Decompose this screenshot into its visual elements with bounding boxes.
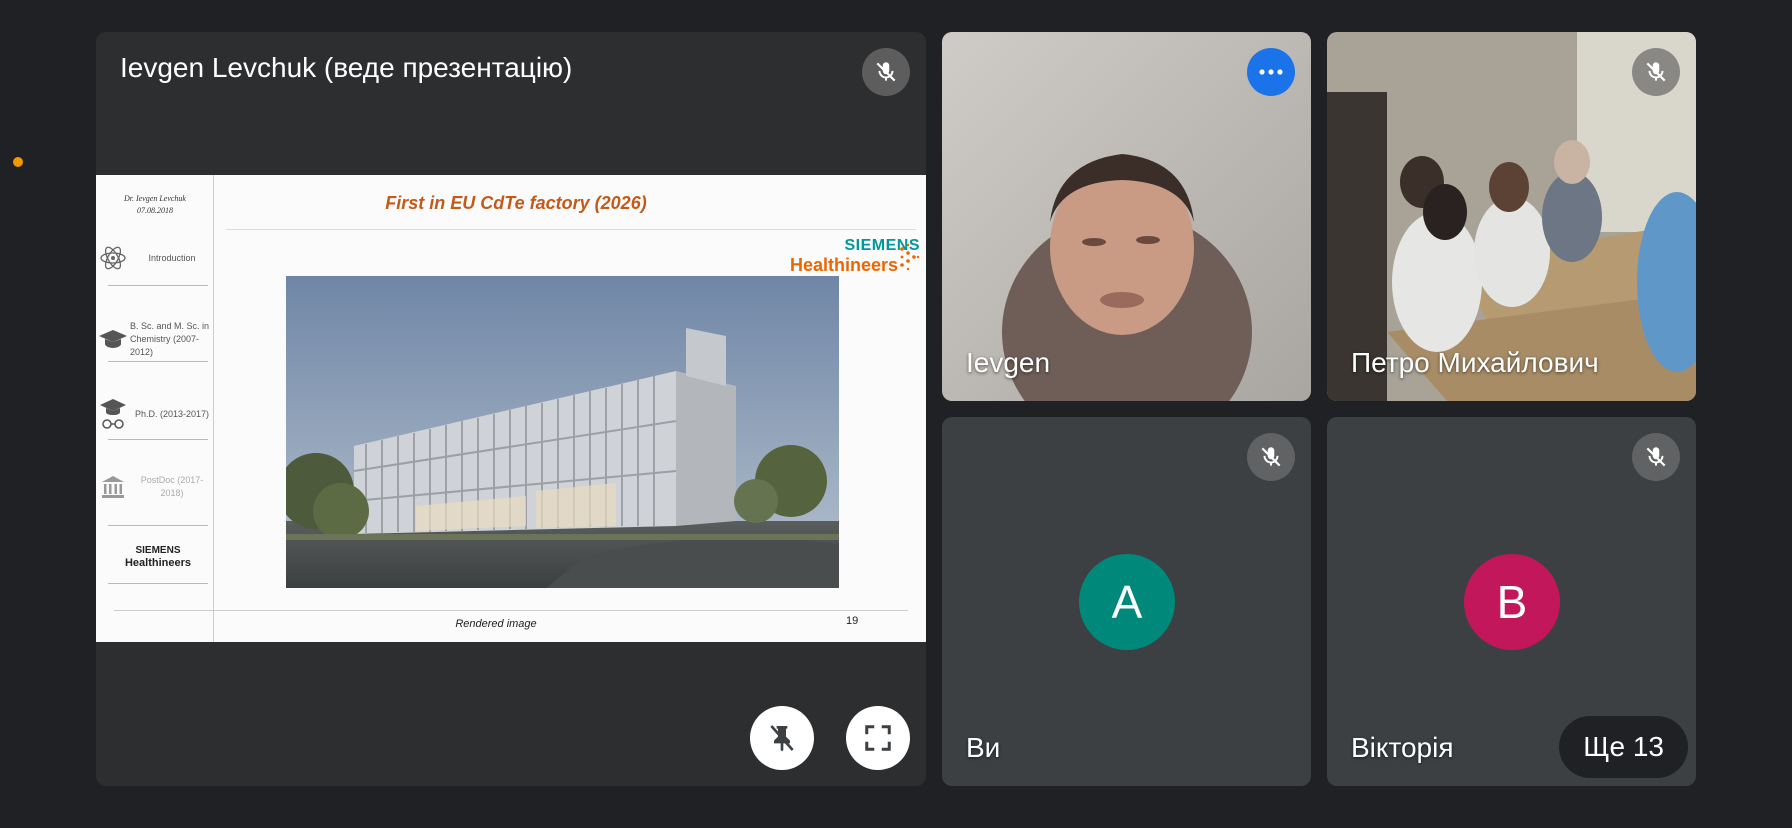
mic-off-icon <box>1632 48 1680 96</box>
presentation-tile[interactable]: Ievgen Levchuk (веде презентацію) Dr. Ie… <box>96 32 926 786</box>
presenter-title: Ievgen Levchuk (веде презентацію) <box>120 52 573 83</box>
avatar: A <box>1079 554 1175 650</box>
slide-nav-bsc-msc: B. Sc. and M. Sc. in Chemistry (2007-201… <box>96 310 214 368</box>
nav-logo-line2: Healthineers <box>124 557 192 569</box>
slide-nav-phd: Ph.D. (2013-2017) <box>96 385 214 443</box>
nav-label: Ph.D. (2013-2017) <box>134 408 210 419</box>
nav-divider <box>108 583 208 584</box>
more-dots-icon <box>1259 69 1283 75</box>
siemens-healthineers-logo: SIEMENS Healthineers <box>790 237 920 276</box>
mic-off-icon <box>1632 433 1680 481</box>
institution-icon <box>96 474 130 500</box>
participant-name: Петро Михайлович <box>1351 347 1599 378</box>
title-divider <box>226 229 916 230</box>
avatar: B <box>1464 554 1560 650</box>
nav-label: Introduction <box>148 252 196 263</box>
nav-divider <box>108 525 208 526</box>
more-options-button[interactable] <box>1247 48 1295 96</box>
fullscreen-icon <box>865 725 891 751</box>
participant-name: Вікторія <box>1351 732 1454 763</box>
unpin-icon <box>770 725 794 752</box>
slide-nav-introduction: Introduction <box>96 229 214 287</box>
mic-off-icon <box>862 48 910 96</box>
dots-logo-icon <box>900 243 920 271</box>
participant-tile-viktoriia[interactable]: B Вікторія Ще 13 <box>1327 417 1696 786</box>
participant-name: Ievgen <box>966 347 1051 378</box>
more-participants-button[interactable]: Ще 13 <box>1559 716 1688 778</box>
presentation-slide: Dr. Ievgen Levchuk 07.08.2018 Introducti… <box>96 175 926 642</box>
slide-sidebar: Dr. Ievgen Levchuk 07.08.2018 Introducti… <box>96 175 214 642</box>
participant-tile-self[interactable]: A Ви <box>942 417 1311 786</box>
nav-divider <box>108 361 208 362</box>
nav-divider <box>108 285 208 286</box>
slide-caption: Rendered image <box>455 618 537 630</box>
unpin-button[interactable] <box>750 706 814 770</box>
graduation-cap-icon <box>96 327 130 351</box>
nav-divider <box>108 439 208 440</box>
nav-label: B. Sc. and M. Sc. in Chemistry (2007-201… <box>130 320 210 357</box>
nav-logo-line1: SIEMENS <box>135 545 181 556</box>
author-date: 07.08.2018 <box>137 206 173 215</box>
mic-off-icon <box>1247 433 1295 481</box>
participant-tile-ievgen[interactable]: Ievgen <box>942 32 1311 401</box>
participant-name: Ви <box>966 732 1001 763</box>
factory-rendered-image <box>286 276 839 588</box>
slide-footer-divider <box>114 610 908 611</box>
slide-nav-postdoc: PostDoc (2017-2018) <box>96 458 214 516</box>
nav-siemens-logo: SIEMENS Healthineers <box>108 545 208 569</box>
slide-title: First in EU CdTe factory (2026) <box>385 193 647 213</box>
notification-dot <box>13 157 23 167</box>
participant-tile-petro[interactable]: Петро Михайлович <box>1327 32 1696 401</box>
slide-page-number: 19 <box>846 615 859 627</box>
nav-label: PostDoc (2017-2018) <box>140 475 204 498</box>
author-name: Dr. Ievgen Levchuk <box>124 194 186 203</box>
atom-icon <box>96 244 130 272</box>
slide-author: Dr. Ievgen Levchuk 07.08.2018 <box>96 193 214 217</box>
fullscreen-button[interactable] <box>846 706 910 770</box>
graduate-glasses-icon <box>96 397 130 431</box>
